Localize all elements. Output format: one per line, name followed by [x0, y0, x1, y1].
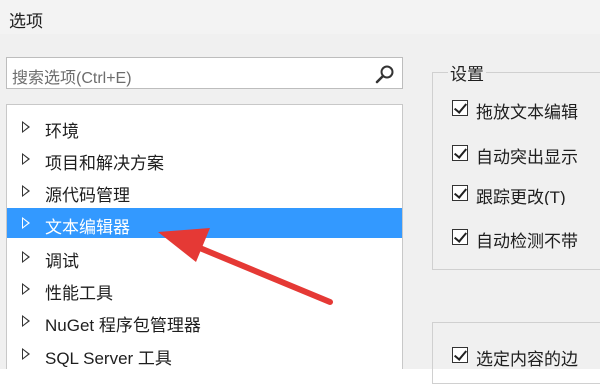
annotation-arrow-icon [158, 228, 333, 305]
